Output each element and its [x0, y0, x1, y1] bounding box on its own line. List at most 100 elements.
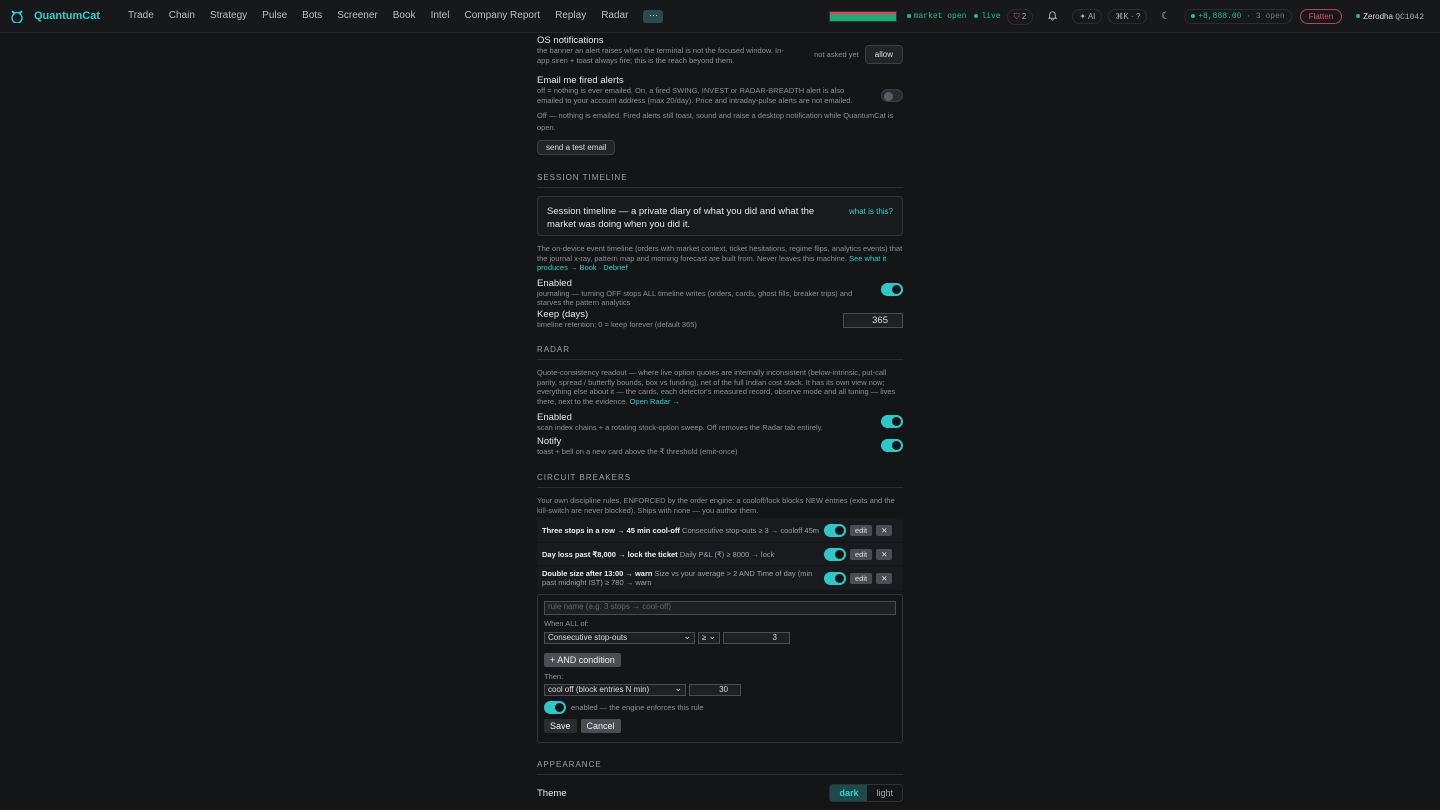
theme-switch: dark light — [829, 784, 903, 802]
theme-moon-icon[interactable]: ☾ — [1161, 11, 1170, 22]
nav-screener[interactable]: Screener — [337, 10, 378, 23]
cancel-rule-button[interactable]: Cancel — [580, 719, 621, 733]
email-alerts-row: Email me fired alerts off = nothing is e… — [537, 75, 903, 105]
then-label: Then: — [544, 671, 564, 681]
breaker-rule-toggle[interactable] — [824, 547, 846, 561]
nav-chain[interactable]: Chain — [169, 10, 195, 23]
breaker-rule: Three stops in a row → 45 min cool-off C… — [537, 518, 903, 542]
breaker-rule-text: Double size after 13:00 → warn Size vs y… — [542, 569, 822, 587]
breaker-edit-button[interactable]: edit — [850, 548, 873, 560]
ai-button[interactable]: ✦ AI — [1072, 9, 1103, 24]
flatten-button[interactable]: Flatten — [1299, 9, 1343, 24]
radar-enabled-label: Enabled — [537, 412, 572, 423]
os-notifications-row: OS notifications the banner an alert rai… — [537, 35, 903, 73]
rule-editor: rule name (e.g. 3 stops → cool-off) When… — [537, 594, 903, 743]
breaker-rule-text: Three stops in a row → 45 min cool-off C… — [542, 526, 822, 535]
broker-name: Zerodha — [1363, 11, 1393, 21]
radar-notify-hint: toast + bell on a new card above the ₹ t… — [537, 446, 738, 456]
session-timeline-callout-text: Session timeline — a private diary of wh… — [547, 206, 815, 230]
email-alerts-title: Email me fired alerts — [537, 75, 624, 86]
breaker-rule: Double size after 13:00 → warn Size vs y… — [537, 566, 903, 590]
nav-replay[interactable]: Replay — [555, 10, 586, 23]
rule-enabled-note: enabled — the engine enforces this rule — [571, 702, 704, 712]
condition-operator-select[interactable]: ≥ — [698, 631, 720, 644]
nav-strategy[interactable]: Strategy — [210, 10, 247, 23]
os-notifications-hint: the banner an alert raises when the term… — [537, 46, 784, 65]
condition-metric-select[interactable]: Consecutive stop-outs — [544, 631, 695, 644]
breaker-remove-button[interactable]: ✕ — [876, 548, 893, 560]
breaker-rule-name: Day loss past ₹8,000 → lock the ticket — [542, 549, 678, 559]
allow-button[interactable]: allow — [864, 45, 903, 64]
market-status: market open — [906, 12, 966, 21]
nav-book[interactable]: Book — [393, 10, 416, 23]
save-rule-button[interactable]: Save — [544, 719, 577, 733]
breaker-rule-desc: Daily P&L (₹) ≥ 8000 → lock — [679, 549, 775, 559]
cat-logo-icon — [11, 10, 23, 23]
breaker-remove-button[interactable]: ✕ — [876, 572, 893, 584]
shield-icon: ⛉ — [1013, 11, 1020, 21]
rule-enabled-toggle[interactable] — [544, 701, 566, 714]
radar-enabled-hint: scan index chains + a rotating stock-opt… — [537, 423, 823, 432]
breaker-edit-button[interactable]: edit — [850, 572, 873, 584]
nav-intel[interactable]: Intel — [431, 10, 450, 23]
theme-row: Theme dark light — [537, 784, 903, 802]
keep-days-input[interactable]: 365 — [843, 312, 903, 328]
pnl-badge[interactable]: +8,888.00 · 3 open — [1184, 9, 1292, 24]
account-id: QC1042 — [1395, 12, 1424, 22]
nav-trade[interactable]: Trade — [128, 10, 154, 23]
logo[interactable]: QuantumCat — [10, 9, 100, 23]
circuit-breakers-heading: Circuit Breakers — [537, 473, 903, 488]
timeline-enabled-label: Enabled — [537, 277, 572, 289]
open-radar-link[interactable]: Open Radar → — [630, 397, 680, 406]
market-breadth-bar — [828, 11, 897, 22]
open-count: · 3 open — [1246, 12, 1285, 21]
status-area: market open live ⛉ 2 ✦ AI ⌘K · ? ☾ +8,88… — [828, 0, 1424, 33]
nav-pulse[interactable]: Pulse — [262, 10, 287, 23]
circuit-breakers-description: Your own discipline rules, ENFORCED by t… — [537, 496, 895, 515]
breaker-rule: Day loss past ₹8,000 → lock the ticket D… — [537, 543, 903, 565]
keep-days-hint: timeline retention; 0 = keep forever (de… — [537, 319, 697, 329]
breaker-rule-text: Day loss past ₹8,000 → lock the ticket D… — [542, 550, 822, 559]
rule-name-input[interactable]: rule name (e.g. 3 stops → cool-off) — [544, 601, 896, 615]
main-nav: Trade Chain Strategy Pulse Bots Screener… — [128, 9, 664, 23]
breaker-rule-name: Double size after 13:00 → warn — [542, 569, 653, 578]
os-notifications-title: OS notifications — [537, 35, 604, 46]
breaker-remove-button[interactable]: ✕ — [876, 524, 893, 536]
alerts-badge[interactable]: ⛉ 2 — [1006, 8, 1034, 25]
email-alerts-hint: off = nothing is ever emailed. On, a fir… — [537, 86, 853, 105]
radar-enabled-toggle[interactable] — [881, 415, 903, 428]
theme-dark-option[interactable]: dark — [830, 785, 868, 801]
breaker-rule-toggle[interactable] — [824, 571, 846, 585]
shortcut-hint[interactable]: ⌘K · ? — [1108, 9, 1148, 24]
add-condition-button[interactable]: + AND condition — [544, 652, 621, 667]
what-is-this-link[interactable]: what is this? — [849, 207, 893, 226]
theme-label: Theme — [537, 787, 567, 799]
keep-days-row: Keep (days) timeline retention; 0 = keep… — [537, 309, 903, 330]
timeline-enabled-toggle[interactable] — [881, 282, 903, 296]
breaker-edit-button[interactable]: edit — [850, 524, 873, 536]
broker-status[interactable]: Zerodha QC1042 — [1356, 12, 1424, 22]
radar-heading: Radar — [537, 345, 903, 360]
nav-company-report[interactable]: Company Report — [464, 10, 540, 23]
action-select[interactable]: cool off (block entries N min) — [544, 683, 686, 696]
breaker-rule-desc: Consecutive stop-outs ≥ 3 → cooloff 45m — [682, 525, 819, 535]
settings-content: OS notifications the banner an alert rai… — [537, 33, 903, 802]
theme-light-option[interactable]: light — [867, 785, 902, 801]
more-nav-button[interactable]: ··· — [643, 9, 664, 23]
breaker-rule-name: Three stops in a row → 45 min cool-off — [542, 525, 680, 535]
live-status: live — [974, 12, 1001, 21]
when-label: When ALL of: — [544, 619, 589, 628]
radar-notify-label: Notify — [537, 435, 562, 447]
email-alerts-toggle[interactable] — [881, 89, 903, 102]
radar-notify-toggle[interactable] — [881, 438, 903, 452]
action-value-input[interactable]: 30 — [689, 684, 741, 696]
pnl-value: +8,888.00 — [1198, 12, 1242, 21]
bell-icon[interactable] — [1047, 8, 1058, 26]
nav-radar[interactable]: Radar — [601, 10, 628, 23]
condition-value-input[interactable]: 3 — [723, 631, 790, 644]
breaker-rule-toggle[interactable] — [824, 523, 846, 537]
timeline-enabled-hint: journaling — turning OFF stops ALL timel… — [537, 288, 853, 308]
send-test-email-button[interactable]: send a test email — [537, 140, 616, 155]
nav-bots[interactable]: Bots — [302, 10, 322, 23]
email-off-note: Off — nothing is emailed. Fired alerts s… — [537, 111, 894, 132]
